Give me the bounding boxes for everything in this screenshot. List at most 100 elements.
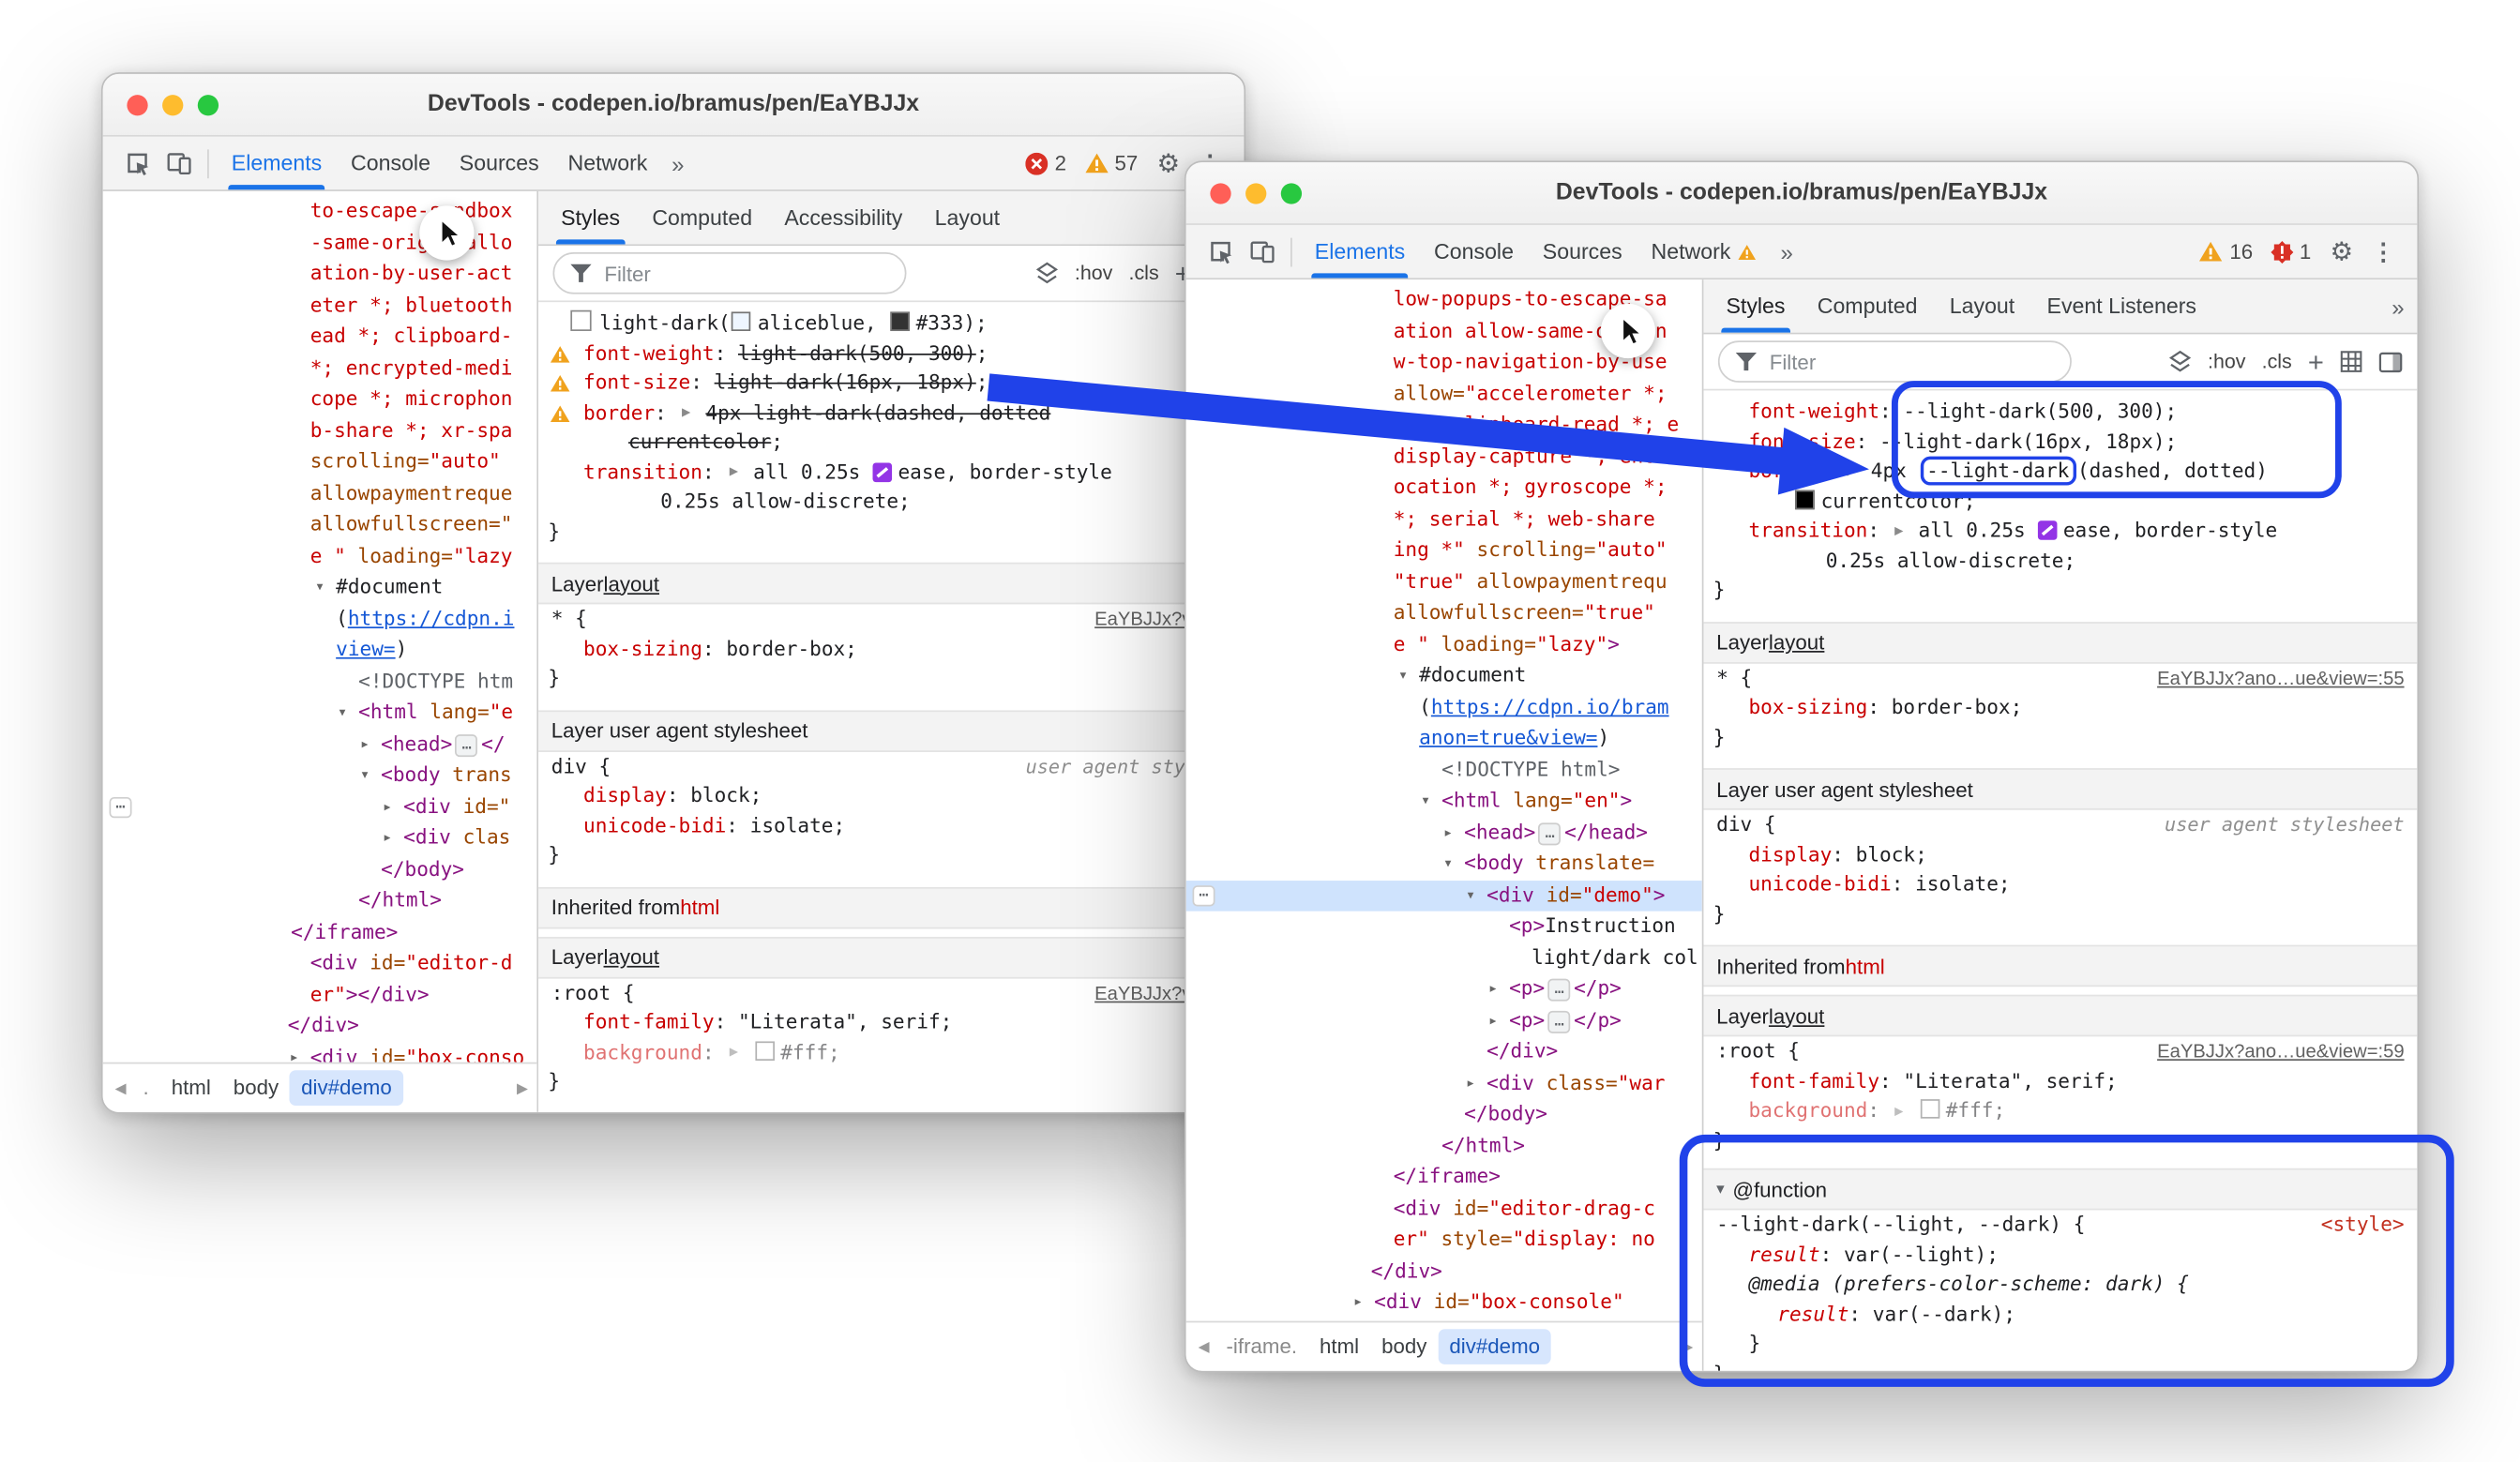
dom-tree-row[interactable]: ing *" scrolling="auto" [1186,535,1702,566]
sidebar-tab-event-listeners[interactable]: Event Listeners [2030,279,2212,333]
close-window-button[interactable] [1210,182,1230,203]
disclosure-triangle-icon[interactable]: ▸ [1443,817,1453,848]
disclosure-triangle-icon[interactable]: ▸ [1466,1068,1475,1099]
dom-tree-row[interactable]: ▸<div id="box-console" [1186,1288,1702,1319]
sidebar-tab-computed[interactable]: Computed [636,191,768,245]
more-actions-chip[interactable]: ⋯ [110,796,132,817]
dom-tree-row[interactable]: b-share *; xr-spa [103,415,537,446]
layer-link[interactable]: layout [1769,997,1824,1033]
css-declaration[interactable]: font-size: --light-dark(16px, 18px); [1703,427,2417,457]
sidebar-tab-styles[interactable]: Styles [1710,279,1801,333]
dom-tree-row[interactable]: ▸<div clas [103,822,537,853]
zoom-window-button[interactable] [1281,182,1302,203]
sidebar-tab-layout[interactable]: Layout [919,191,1017,245]
disclosure-triangle-icon[interactable]: ▸ [1488,1005,1498,1036]
dom-tree-row[interactable]: </div> [103,1011,537,1042]
stylesheet-source-link[interactable]: EaYBJJx?ano…ue&view=:59 [2157,1036,2405,1066]
dom-tree-row[interactable]: (https://cdpn.io/bram [1186,692,1702,723]
dom-tree-row[interactable]: ▸<p>…</p> [1186,973,1702,1004]
disclosure-triangle-icon[interactable]: ▸ [289,1042,298,1062]
css-declaration[interactable]: unicode-bidi: isolate; [538,811,1244,841]
ellipsis-button[interactable]: … [456,733,478,756]
disclosure-triangle-icon[interactable]: ▾ [1443,849,1453,880]
stylesheet-source-link[interactable]: <style> [2321,1210,2405,1240]
dom-tree-row[interactable]: display-capture *; encr [1186,441,1702,472]
dom-tree-row[interactable]: (https://cdpn.i [103,603,537,634]
element-classes-button[interactable]: .cls [1129,262,1159,284]
dom-tree-row[interactable]: ▸<p>…</p> [1186,1005,1702,1036]
dom-tree-row[interactable]: <div id="editor-drag-c [1186,1193,1702,1224]
pseudo-state-button[interactable]: :hov [2208,351,2246,373]
dom-tree-row[interactable]: w-top-navigation-by-use [1186,347,1702,378]
filter-text-input[interactable] [1766,348,1982,375]
warn-badge[interactable]: 16 [2199,239,2253,264]
tab-network[interactable]: Network [553,137,662,190]
disclosure-triangle-icon[interactable]: ▸ [360,729,370,760]
css-declaration[interactable]: result: var(--dark); [1703,1299,2417,1329]
tab-sources[interactable]: Sources [445,137,553,190]
layers-icon[interactable] [1034,262,1059,284]
dom-tree-row[interactable]: ead *; clipboard- [103,322,537,353]
dock-side-icon[interactable] [2378,351,2403,371]
dom-tree-row[interactable]: cope *; microphon [103,384,537,415]
css-declaration[interactable]: @media (prefers-color-scheme: dark) { [1703,1270,2417,1300]
resource-link[interactable]: https://cdpn.io/bram [1431,695,1669,717]
css-rule-selector[interactable]: :root {EaYBJJx?ano…ue&view=:59 [1703,1036,2417,1066]
stylesheet-source-link[interactable]: EaYBJJx?ano…ue&view=:55 [2157,663,2405,693]
dom-tree-row[interactable]: allowpaymentreque [103,478,537,509]
dom-tree-row[interactable]: ▾<body translate= [1186,849,1702,880]
dom-tree-row[interactable]: </html> [103,885,537,916]
ellipsis-button[interactable]: … [1548,1010,1571,1032]
css-declaration[interactable]: transition: ▶ all 0.25s ease, border-sty… [538,458,1244,488]
device-toolbar-icon[interactable] [1241,231,1283,273]
breadcrumb-item[interactable]: -iframe. [1215,1329,1308,1364]
dom-tree-row[interactable]: <p>Instruction [1186,912,1702,942]
sidebar-tab-accessibility[interactable]: Accessibility [768,191,918,245]
css-declaration[interactable]: border: ▶ 4px --light-dark(dashed, dotte… [1703,457,2417,487]
css-rule-selector[interactable]: * {EaYBJJx?view= [538,604,1244,634]
dom-tree-row[interactable]: </body> [1186,1099,1702,1130]
more-tabs-chevron[interactable]: » [1771,238,1803,264]
more-tabs-chevron[interactable]: » [662,150,694,175]
breadcrumb-item[interactable]: div#demo [290,1070,403,1106]
dom-tree-row[interactable]: *; encrypted-medi [103,353,537,384]
resource-link[interactable]: anon=true&view= [1419,727,1597,749]
tab-elements[interactable]: Elements [217,137,336,190]
css-declaration[interactable]: display: block; [538,781,1244,811]
dom-tree-row[interactable]: low-popups-to-escape-sa [1186,284,1702,315]
dom-tree-row[interactable]: view=) [103,635,537,666]
inspect-element-icon[interactable] [115,143,158,185]
layers-icon[interactable] [2167,351,2192,373]
dom-tree-row[interactable]: er"></div> [103,979,537,1010]
dom-tree-row[interactable]: ▸⋯<div id=" [103,791,537,822]
dom-tree-row[interactable]: a *; clipboard-read *; e [1186,410,1702,441]
dom-tree-row[interactable]: </html> [1186,1131,1702,1162]
dom-tree-row[interactable]: e " loading="lazy [103,541,537,572]
css-declaration[interactable]: font-family: "Literata", serif; [538,1007,1244,1037]
breadcrumb-scroll-right[interactable]: ▶ [1676,1338,1698,1356]
dom-tree-row[interactable]: ▸<head>…</ [103,729,537,760]
layer-link[interactable]: layout [604,939,659,975]
css-declaration[interactable]: border: ▶ 4px light-dark(dashed, dotted [538,398,1244,428]
dom-tree-row[interactable]: </div> [1186,1256,1702,1287]
sidebar-tab-layout[interactable]: Layout [1934,279,2031,333]
css-declaration[interactable]: currentcolor; [538,428,1244,458]
layer-link[interactable]: layout [604,565,659,601]
css-rule-selector[interactable]: :root {EaYBJJx?view= [538,978,1244,1008]
css-declaration[interactable]: font-weight: --light-dark(500, 300); [1703,397,2417,427]
stylesheet-source-link[interactable]: user agent stylesheet [2165,810,2405,840]
declaration-checkbox[interactable] [570,310,591,331]
css-declaration[interactable]: background: ▶ #fff; [538,1037,1244,1067]
css-declaration[interactable]: 0.25s allow-discrete; [1703,546,2417,576]
css-declaration[interactable]: box-sizing: border-box; [1703,693,2417,723]
dom-tree-row[interactable]: ▸<div id="box-conso [103,1042,537,1062]
dom-tree-row[interactable]: light/dark col [1186,942,1702,973]
breadcrumb-item[interactable]: html [1308,1329,1370,1364]
dom-tree-row[interactable]: </iframe> [1186,1162,1702,1193]
css-declaration[interactable]: 0.25s allow-discrete; [538,487,1244,517]
settings-gear-icon[interactable]: ⚙ [2321,231,2363,273]
device-toolbar-icon[interactable] [158,143,200,185]
resource-link[interactable]: view= [336,638,395,660]
dom-tree-row[interactable]: ▾<body trans [103,761,537,791]
dom-tree-row[interactable]: -same-origin allo [103,227,537,258]
